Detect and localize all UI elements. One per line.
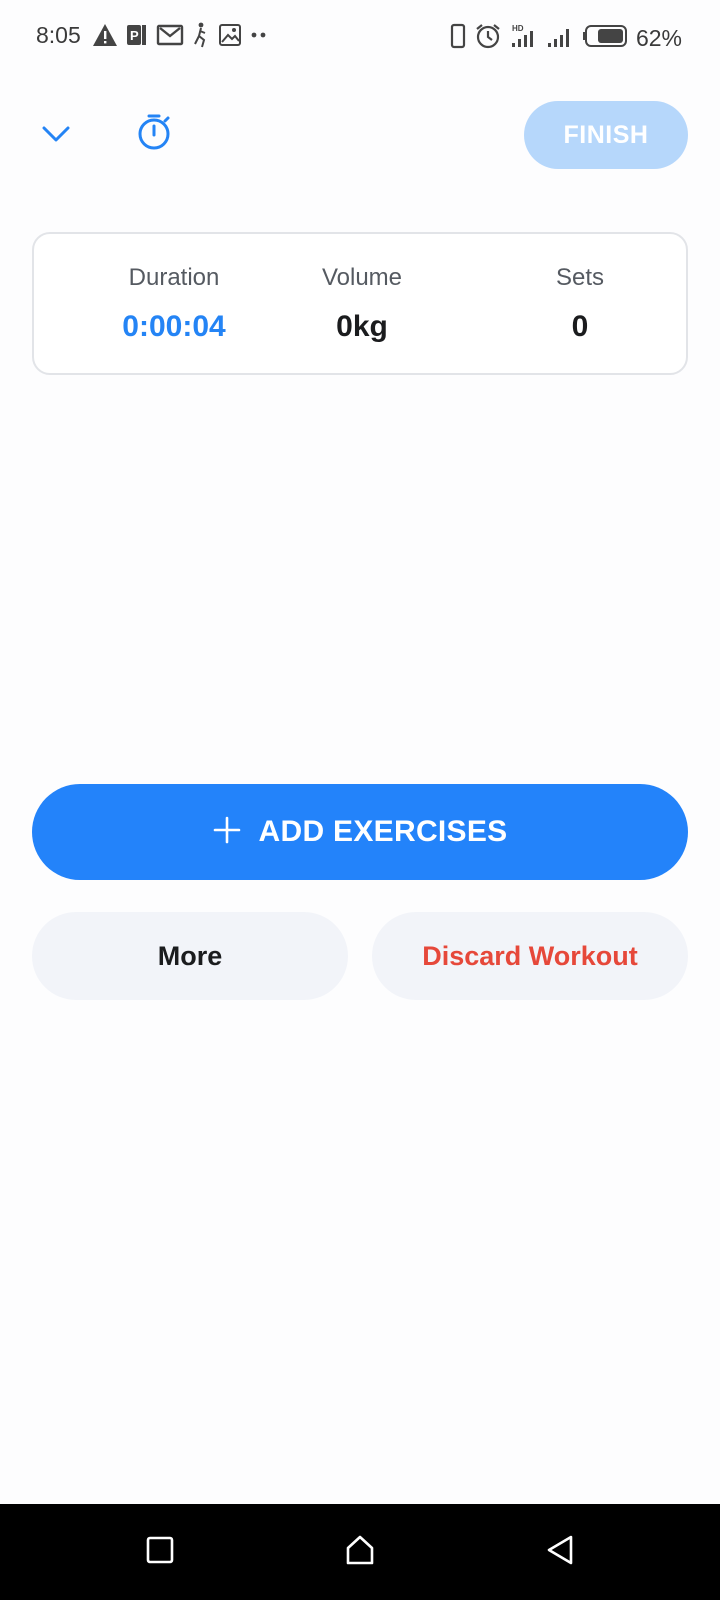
discard-workout-button[interactable]: Discard Workout bbox=[372, 912, 688, 1000]
duration-stat: Duration 0:00:04 bbox=[64, 234, 284, 373]
parking-app-icon: P bbox=[126, 23, 148, 47]
gallery-icon bbox=[218, 23, 242, 47]
notification-icons: P bbox=[92, 22, 268, 48]
finish-button[interactable]: FINISH bbox=[524, 101, 688, 169]
plus-icon bbox=[213, 816, 241, 849]
home-icon bbox=[344, 1534, 376, 1571]
status-time: 8:05 bbox=[36, 22, 81, 48]
warning-icon bbox=[92, 23, 118, 47]
gmail-icon bbox=[156, 23, 184, 47]
more-button[interactable]: More bbox=[32, 912, 348, 1000]
recents-square-icon bbox=[145, 1535, 175, 1570]
home-button[interactable] bbox=[340, 1532, 380, 1572]
add-exercises-label: ADD EXERCISES bbox=[258, 815, 508, 848]
add-exercises-button[interactable]: ADD EXERCISES bbox=[32, 784, 688, 880]
chevron-down-icon bbox=[41, 124, 71, 149]
alarm-icon bbox=[474, 22, 502, 55]
recents-button[interactable] bbox=[140, 1532, 180, 1572]
signal-icon bbox=[546, 23, 574, 54]
duration-label: Duration bbox=[128, 264, 220, 291]
volume-stat: Volume 0kg bbox=[252, 234, 472, 373]
system-status: HD 62% bbox=[450, 22, 682, 55]
system-nav-bar bbox=[0, 1504, 720, 1600]
phone-icon bbox=[450, 23, 466, 54]
signal-hd-icon: HD bbox=[510, 23, 538, 54]
sets-stat: Sets 0 bbox=[470, 234, 690, 373]
volume-value: 0kg bbox=[336, 310, 388, 343]
activity-icon bbox=[192, 22, 210, 48]
svg-text:HD: HD bbox=[512, 24, 524, 33]
battery-icon bbox=[582, 24, 628, 53]
battery-percent: 62% bbox=[635, 25, 682, 51]
stopwatch-icon bbox=[137, 113, 171, 156]
back-button[interactable] bbox=[540, 1532, 580, 1572]
more-dots-icon bbox=[250, 23, 268, 47]
status-bar: 8:05 P HD 62% bbox=[0, 0, 720, 72]
workout-stats-card: Duration 0:00:04 Volume 0kg Sets 0 bbox=[32, 232, 688, 375]
sets-label: Sets bbox=[555, 264, 605, 291]
svg-text:P: P bbox=[130, 28, 139, 43]
volume-label: Volume bbox=[321, 264, 403, 291]
rest-timer-button[interactable] bbox=[134, 114, 174, 154]
back-triangle-icon bbox=[545, 1534, 575, 1571]
collapse-button[interactable] bbox=[36, 116, 76, 156]
duration-value: 0:00:04 bbox=[122, 310, 226, 343]
sets-value: 0 bbox=[571, 310, 589, 343]
